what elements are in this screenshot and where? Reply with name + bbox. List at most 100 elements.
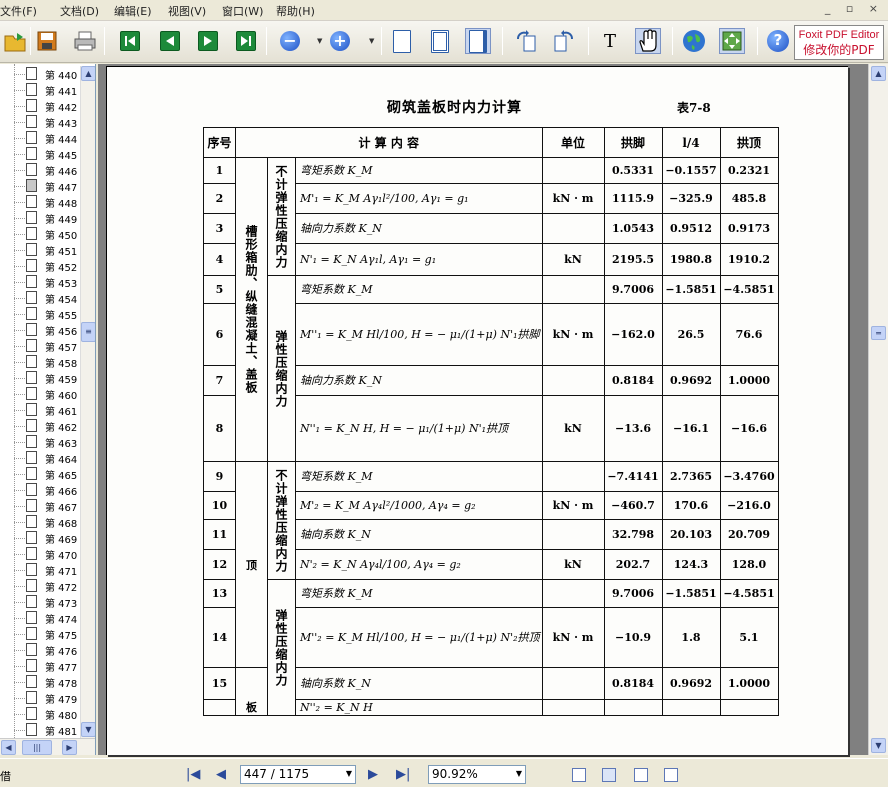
bookmark-item[interactable]: 第 470 — [14, 546, 82, 562]
bookmark-item[interactable]: 第 448 — [14, 194, 82, 210]
next-page-icon[interactable] — [195, 28, 221, 54]
bookmark-item[interactable]: 第 443 — [14, 114, 82, 130]
foxit-pdf-editor-ad[interactable]: Foxit PDF Editor 修改你的PDF — [794, 25, 884, 60]
bookmark-item[interactable]: 第 440 — [14, 66, 82, 82]
scroll-left-icon[interactable]: ◀ — [1, 740, 16, 755]
status-previous-page-icon[interactable]: ◀ — [216, 767, 226, 782]
bookmark-item[interactable]: 第 475 — [14, 626, 82, 642]
bookmark-item[interactable]: 第 463 — [14, 434, 82, 450]
bookmark-item[interactable]: 第 471 — [14, 562, 82, 578]
sidebar-horizontal-scrollbar[interactable]: ◀ ||| ▶ — [0, 738, 95, 755]
bookmark-item[interactable]: 第 445 — [14, 146, 82, 162]
bookmark-item[interactable]: 第 478 — [14, 674, 82, 690]
bookmark-item[interactable]: 第 473 — [14, 594, 82, 610]
scroll-up-icon[interactable]: ▲ — [81, 66, 95, 81]
zoom-out-icon[interactable]: − — [277, 28, 303, 54]
menu-window[interactable]: 窗口(W) — [222, 3, 263, 19]
zoom-in-dropdown-icon[interactable]: ▼ — [369, 37, 374, 45]
scroll-thumb[interactable]: ≡ — [81, 322, 95, 342]
save-icon[interactable] — [34, 28, 60, 54]
status-last-page-icon[interactable]: ▶| — [396, 767, 410, 782]
group-label: 板 — [235, 667, 268, 716]
bookmark-item[interactable]: 第 474 — [14, 610, 82, 626]
bookmark-item[interactable]: 第 447 — [14, 178, 82, 194]
bookmark-item[interactable]: 第 441 — [14, 82, 82, 98]
continuous-view-icon[interactable] — [602, 768, 616, 782]
document-vertical-scrollbar[interactable]: ▲ ═ ▼ — [868, 64, 888, 755]
bookmark-item[interactable]: 第 442 — [14, 98, 82, 114]
fit-page-icon[interactable] — [719, 28, 745, 54]
sidebar-vertical-scrollbar[interactable]: ▲ ≡ ▼ — [80, 66, 95, 738]
bookmark-item[interactable]: 第 457 — [14, 338, 82, 354]
single-page-view-icon[interactable] — [572, 768, 586, 782]
bookmark-item[interactable]: 第 479 — [14, 690, 82, 706]
bookmark-item[interactable]: 第 459 — [14, 370, 82, 386]
bookmark-item[interactable]: 第 466 — [14, 482, 82, 498]
window-controls[interactable]: _ ▫ × — [825, 2, 884, 15]
globe-icon[interactable] — [681, 28, 707, 54]
bookmark-label: 第 466 — [45, 487, 78, 498]
scroll-right-icon[interactable]: ▶ — [62, 740, 77, 755]
bookmark-item[interactable]: 第 452 — [14, 258, 82, 274]
menu-view[interactable]: 视图(V) — [168, 3, 206, 19]
bookmark-item[interactable]: 第 451 — [14, 242, 82, 258]
content-cell: 弯矩系数 K_M — [295, 157, 543, 184]
single-page-icon[interactable] — [389, 28, 415, 54]
bookmark-item[interactable]: 第 465 — [14, 466, 82, 482]
facing-page-icon[interactable] — [465, 28, 491, 54]
status-next-page-icon[interactable]: ▶ — [368, 767, 378, 782]
doc-scroll-down-icon[interactable]: ▼ — [871, 738, 886, 753]
bookmark-item[interactable]: 第 456 — [14, 322, 82, 338]
bookmark-item[interactable]: 第 481 — [14, 722, 82, 738]
doc-scroll-thumb[interactable]: ═ — [871, 326, 886, 340]
bookmark-item[interactable]: 第 453 — [14, 274, 82, 290]
hand-tool-icon[interactable] — [635, 28, 661, 54]
rotate-right-icon[interactable] — [551, 28, 577, 54]
last-page-icon[interactable] — [233, 28, 259, 54]
bookmark-item[interactable]: 第 477 — [14, 658, 82, 674]
document-view[interactable]: 砌筑盖板时内力计算 表7-8 序号计 算 内 容单位 拱脚 l/4 拱顶 1 槽形箱肋、纵… — [98, 64, 868, 755]
bookmark-item[interactable]: 第 454 — [14, 290, 82, 306]
open-icon[interactable] — [2, 28, 28, 54]
zoom-out-dropdown-icon[interactable]: ▼ — [317, 37, 322, 45]
facing-view-icon[interactable] — [634, 768, 648, 782]
bookmark-item[interactable]: 第 446 — [14, 162, 82, 178]
bookmark-item[interactable]: 第 480 — [14, 706, 82, 722]
bookmark-item[interactable]: 第 468 — [14, 514, 82, 530]
menu-help[interactable]: 帮助(H) — [276, 3, 315, 19]
scroll-down-icon[interactable]: ▼ — [81, 722, 95, 737]
print-icon[interactable] — [72, 28, 98, 54]
bookmarks-panel: 第 440 第 441 第 442 第 443 第 444 第 445 第 446 第 447… — [0, 64, 96, 755]
zoom-field[interactable]: 90.92% ▼ — [428, 765, 526, 784]
bookmark-item[interactable]: 第 458 — [14, 354, 82, 370]
rotate-left-icon[interactable] — [513, 28, 539, 54]
menu-document[interactable]: 文档(D) — [60, 3, 99, 19]
page-dropdown-icon[interactable]: ▼ — [346, 769, 352, 778]
previous-page-icon[interactable] — [157, 28, 183, 54]
zoom-dropdown-icon[interactable]: ▼ — [516, 769, 522, 778]
bookmark-item[interactable]: 第 450 — [14, 226, 82, 242]
menu-edit[interactable]: 编辑(E) — [114, 3, 152, 19]
bookmark-item[interactable]: 第 476 — [14, 642, 82, 658]
zoom-in-icon[interactable]: + — [327, 28, 353, 54]
bookmark-item[interactable]: 第 449 — [14, 210, 82, 226]
text-select-icon[interactable]: T — [597, 28, 623, 54]
continuous-page-icon[interactable] — [427, 28, 453, 54]
status-first-page-icon[interactable]: |◀ — [186, 767, 200, 782]
bookmark-item[interactable]: 第 464 — [14, 450, 82, 466]
bookmark-item[interactable]: 第 460 — [14, 386, 82, 402]
bookmark-item[interactable]: 第 455 — [14, 306, 82, 322]
bookmark-item[interactable]: 第 444 — [14, 130, 82, 146]
page-number-field[interactable]: 447 / 1175 ▼ — [240, 765, 356, 784]
h-scroll-thumb[interactable]: ||| — [22, 740, 52, 755]
continuous-facing-view-icon[interactable] — [664, 768, 678, 782]
bookmark-item[interactable]: 第 461 — [14, 402, 82, 418]
bookmark-item[interactable]: 第 467 — [14, 498, 82, 514]
doc-scroll-up-icon[interactable]: ▲ — [871, 66, 886, 81]
bookmark-item[interactable]: 第 462 — [14, 418, 82, 434]
bookmark-item[interactable]: 第 472 — [14, 578, 82, 594]
first-page-icon[interactable] — [117, 28, 143, 54]
menu-file[interactable]: 文件(F) — [0, 3, 37, 19]
bookmark-item[interactable]: 第 469 — [14, 530, 82, 546]
help-icon[interactable]: ? — [765, 28, 791, 54]
